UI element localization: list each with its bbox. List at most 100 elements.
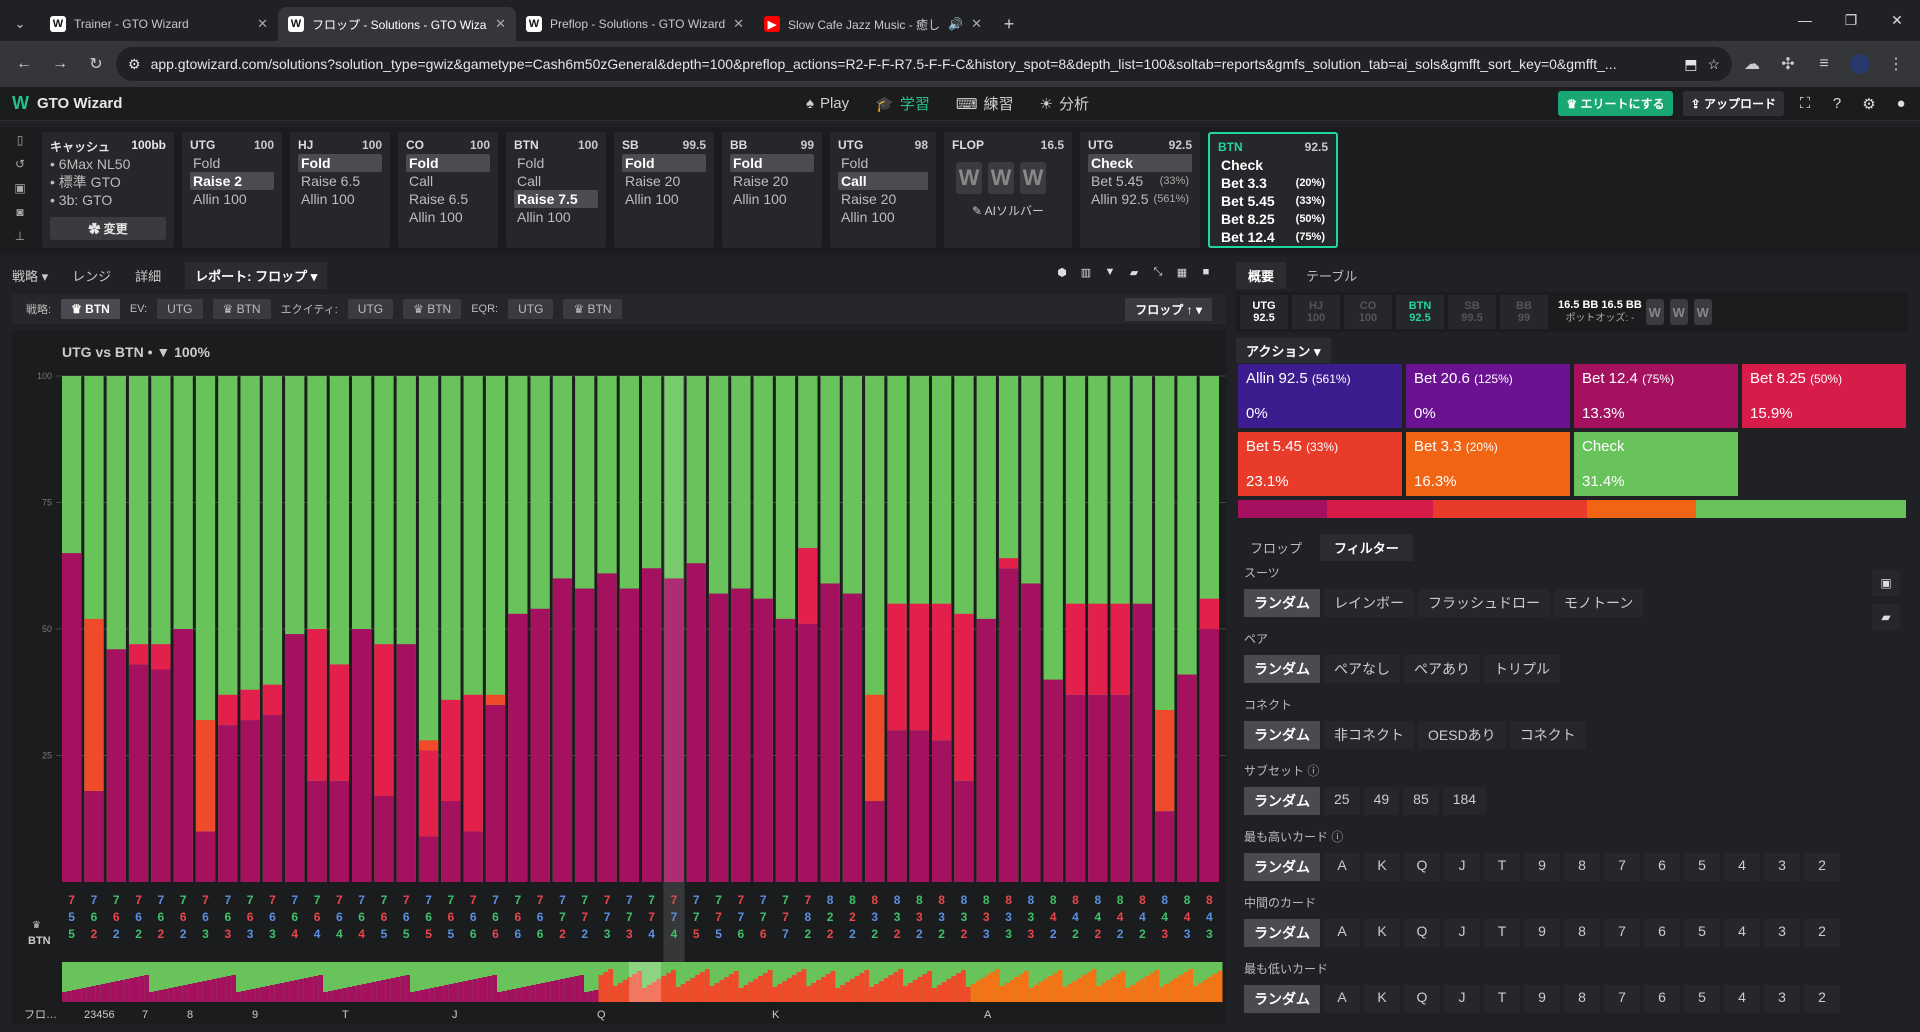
spot-action[interactable]: Call <box>514 172 598 190</box>
spot-action[interactable]: Fold <box>190 154 274 172</box>
flop-card-label[interactable]: 7 <box>738 893 745 907</box>
flop-card-label[interactable]: 7 <box>224 893 231 907</box>
flop-card-label[interactable]: 6 <box>291 910 298 924</box>
audio-icon[interactable]: 🔊 <box>948 17 963 31</box>
flop-card-label[interactable]: 6 <box>336 910 343 924</box>
spot-action[interactable]: Raise 2 <box>190 172 274 190</box>
nav-play[interactable]: ♠ Play <box>806 93 849 114</box>
flop-card-label[interactable]: 2 <box>849 910 856 924</box>
flop-card-label[interactable]: 4 <box>314 927 321 941</box>
spot-action[interactable]: Raise 7.5 <box>514 190 598 208</box>
flop-card-label[interactable]: 8 <box>916 893 923 907</box>
flop-card-label[interactable]: 4 <box>1184 910 1191 924</box>
spot-action[interactable]: Bet 3.3 (20%) <box>1218 174 1328 192</box>
flop-card-label[interactable]: 6 <box>224 910 231 924</box>
flop-card-label[interactable]: 6 <box>158 910 165 924</box>
action-box[interactable]: Bet 20.6 (125%) 0% <box>1406 364 1570 428</box>
tab-report-flop[interactable]: レポート: フロップ ▾ <box>185 261 328 289</box>
preflop-spot-hj[interactable]: HJ 100 Fold Raise 6.5 Allin 100 <box>290 132 390 248</box>
flop-card-label[interactable]: 6 <box>760 927 767 941</box>
flop-card-label[interactable]: 7 <box>738 910 745 924</box>
spot-action[interactable]: Allin 100 <box>298 190 382 208</box>
flop-card-label[interactable]: 4 <box>336 927 343 941</box>
filter-option[interactable]: 9 <box>1524 985 1560 1013</box>
filter-option[interactable]: 3 <box>1764 985 1800 1013</box>
preflop-spot-bb[interactable]: BB 99 Fold Raise 20 Allin 100 <box>722 132 822 248</box>
bookmark-icon[interactable]: ▯ <box>17 133 24 147</box>
folder-icon[interactable]: ▰ <box>1126 264 1142 280</box>
flop-card-label[interactable]: 6 <box>514 927 521 941</box>
spot-action[interactable]: Bet 5.45 (33%) <box>1088 172 1192 190</box>
spot-action[interactable]: Check <box>1088 154 1192 172</box>
filter-option[interactable]: ランダム <box>1244 919 1320 947</box>
nav-practice[interactable]: ⌨ 練習 <box>956 93 1014 114</box>
filter-option[interactable]: 2 <box>1804 919 1840 947</box>
url-field[interactable]: ⚙ app.gtowizard.com/solutions?solution_t… <box>116 47 1732 81</box>
filter-option[interactable]: 9 <box>1524 853 1560 881</box>
filter-option[interactable]: モノトーン <box>1554 589 1644 617</box>
flop-card-label[interactable]: 6 <box>514 910 521 924</box>
flop-card-label[interactable]: 6 <box>537 927 544 941</box>
flop-card-label[interactable]: 6 <box>113 910 120 924</box>
flop-card-label[interactable]: 7 <box>158 893 165 907</box>
filter-option[interactable]: 5 <box>1684 919 1720 947</box>
tab-filter[interactable]: フィルター <box>1320 534 1413 561</box>
cube-icon[interactable]: ⬢ <box>1054 264 1070 280</box>
flop-card-label[interactable]: 2 <box>1117 927 1124 941</box>
expand-icon[interactable]: ⤡ <box>1150 264 1166 280</box>
ev-btn-pill[interactable]: ♛ BTN <box>212 299 271 319</box>
action-dropdown[interactable]: アクション ▾ <box>1236 338 1331 363</box>
flop-card-label[interactable]: 7 <box>180 893 187 907</box>
flop-card-label[interactable]: 2 <box>827 910 834 924</box>
filter-option[interactable]: レインボー <box>1324 589 1414 617</box>
flop-card-label[interactable]: 2 <box>91 927 98 941</box>
flop-card-label[interactable]: 5 <box>68 910 75 924</box>
flop-card-label[interactable]: 8 <box>1050 893 1057 907</box>
flop-card-label[interactable]: 6 <box>180 910 187 924</box>
settings-icon[interactable]: ⚙ <box>1858 93 1880 115</box>
filter-option[interactable]: 8 <box>1564 919 1600 947</box>
position-co[interactable]: CO 100 <box>1344 295 1392 329</box>
spot-action[interactable]: Bet 5.45 (33%) <box>1218 192 1328 210</box>
flop-card-label[interactable]: 4 <box>671 927 678 941</box>
filter-option[interactable]: Q <box>1404 853 1440 881</box>
spot-action[interactable]: Raise 20 <box>838 190 928 208</box>
save-icon[interactable]: ▣ <box>14 181 25 195</box>
flop-card-label[interactable]: 6 <box>537 910 544 924</box>
close-tab-icon[interactable]: ✕ <box>495 16 506 32</box>
strategy-btn-pill[interactable]: ♛ BTN <box>61 299 120 319</box>
filter-option[interactable]: 6 <box>1644 919 1680 947</box>
flop-card-label[interactable]: 6 <box>448 910 455 924</box>
flop-card-label[interactable]: 2 <box>113 927 120 941</box>
filter-option[interactable]: 3 <box>1764 853 1800 881</box>
close-tab-icon[interactable]: ✕ <box>733 16 744 32</box>
flop-card-label[interactable]: 6 <box>269 910 276 924</box>
filter-option[interactable]: 2 <box>1804 985 1840 1013</box>
flop-card-label[interactable]: 8 <box>894 893 901 907</box>
flop-card-label[interactable]: 7 <box>470 893 477 907</box>
flop-card-label[interactable]: 7 <box>626 910 633 924</box>
nav-analyze[interactable]: ☀ 分析 <box>1040 93 1089 114</box>
flop-card-label[interactable]: 3 <box>247 927 254 941</box>
save-filter-icon[interactable]: ▣ <box>1872 570 1900 596</box>
filter-option[interactable]: 3 <box>1764 919 1800 947</box>
flop-card-label[interactable]: 6 <box>470 927 477 941</box>
filter-option[interactable]: Q <box>1404 919 1440 947</box>
filter-option[interactable]: 49 <box>1363 787 1400 815</box>
tab-flop[interactable]: フロップ <box>1236 534 1316 561</box>
flop-card-label[interactable]: 7 <box>537 893 544 907</box>
flop-card-label[interactable]: 3 <box>1028 910 1035 924</box>
spot-action[interactable]: Fold <box>622 154 706 172</box>
flop-card-label[interactable]: 7 <box>715 910 722 924</box>
flop-card-label[interactable]: 7 <box>113 893 120 907</box>
flop-card-label[interactable]: 6 <box>738 927 745 941</box>
profile-avatar[interactable] <box>1844 48 1876 80</box>
spot-action[interactable]: Allin 100 <box>838 208 928 226</box>
filter-option[interactable]: K <box>1364 985 1400 1013</box>
spot-action[interactable]: Allin 100 <box>406 208 490 226</box>
flop-card-label[interactable]: 6 <box>202 910 209 924</box>
filter-option[interactable]: ランダム <box>1244 589 1320 617</box>
flop-card-label[interactable]: 8 <box>938 893 945 907</box>
flop-card-label[interactable]: 3 <box>894 910 901 924</box>
flop-card-label[interactable]: 3 <box>626 927 633 941</box>
